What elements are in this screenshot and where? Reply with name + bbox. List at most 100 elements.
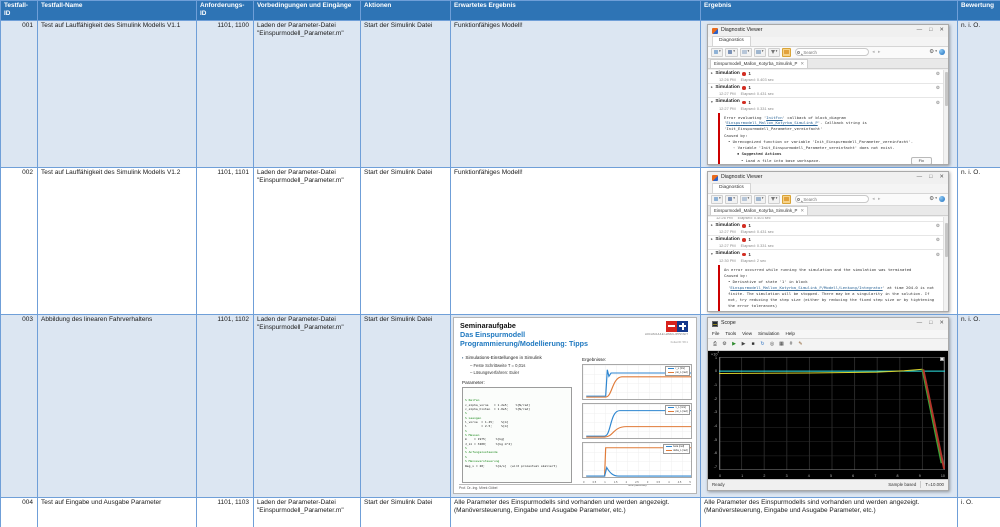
style-icon[interactable]: ✎ bbox=[798, 341, 804, 348]
layout-icon[interactable]: ▦ bbox=[779, 341, 785, 348]
scrollbar[interactable] bbox=[943, 70, 948, 164]
view-button[interactable]: ▾ bbox=[711, 195, 723, 204]
simulation-entry[interactable]: ▸Simulation1⚙ 12:27 PMElapsed: 0.431 sec bbox=[708, 84, 948, 98]
simulation-entry[interactable]: ▸Simulation1⚙ 12:26 PMElapsed: 0.403 sec bbox=[708, 70, 948, 84]
ergebnisse-label: Ergebnisse: bbox=[582, 357, 606, 363]
minimize-button[interactable]: — bbox=[917, 27, 923, 34]
gear-icon[interactable]: ⚙ bbox=[936, 100, 940, 106]
window-title: Diagnostic Viewer bbox=[721, 27, 762, 34]
prev-result-icon[interactable]: ◄ bbox=[871, 50, 875, 54]
cell-rating: n. i. O. bbox=[958, 167, 1000, 314]
model-link[interactable]: Einspurmodell_Mallon_Kotyrba_Simulink_P bbox=[726, 120, 817, 125]
gear-icon[interactable]: ⚙ bbox=[936, 252, 940, 258]
menu-tools[interactable]: Tools bbox=[725, 331, 736, 337]
search-icon bbox=[797, 51, 800, 54]
cell-result: Alle Parameter des Einspurmodells sind v… bbox=[701, 497, 958, 527]
minimize-button[interactable]: — bbox=[917, 320, 923, 327]
cell-precondition: Laden der Parameter-Datei "Einspurmodell… bbox=[254, 167, 361, 314]
close-tab-icon[interactable]: ✕ bbox=[800, 208, 804, 214]
help-icon[interactable] bbox=[939, 196, 945, 202]
filter-button[interactable]: ▾ bbox=[768, 195, 780, 204]
highlight-button[interactable] bbox=[782, 195, 792, 204]
save-button[interactable]: ▾ bbox=[725, 195, 737, 204]
run-icon[interactable]: ▶ bbox=[731, 341, 737, 348]
refresh-icon[interactable]: ↻ bbox=[760, 341, 766, 348]
cell-result: Diagnostic Viewer —□✕ Diagnostics ▾ ▾ ▾ … bbox=[701, 167, 958, 314]
cell-name: Abbildung des linearen Fahrverhaltens bbox=[38, 314, 197, 497]
settings-icon[interactable]: ⚙ bbox=[722, 341, 728, 348]
simulation-entry[interactable]: ▸Simulation1⚙ 12:27 PMElapsed: 0.331 sec bbox=[708, 236, 948, 250]
gear-icon[interactable]: ⚙ bbox=[936, 71, 940, 77]
tab-diagnostics[interactable]: Diagnostics bbox=[712, 36, 751, 45]
legend-button[interactable] bbox=[940, 357, 944, 361]
title-bar[interactable]: Diagnostic Viewer —□✕ bbox=[708, 172, 948, 184]
save-button[interactable]: ▾ bbox=[725, 48, 737, 57]
settings-icon[interactable]: ⚙▾ bbox=[929, 196, 937, 203]
cell-req: 1101, 1102 bbox=[197, 314, 254, 497]
maximize-button[interactable]: □ bbox=[929, 320, 932, 327]
print-icon[interactable]: ⎙ bbox=[712, 341, 718, 348]
fix-button[interactable]: Fix bbox=[911, 157, 932, 164]
cell-id: 004 bbox=[1, 497, 38, 527]
highlight-button[interactable] bbox=[782, 48, 792, 57]
maximize-button[interactable]: □ bbox=[929, 174, 932, 181]
simulation-entry[interactable]: ▸Simulation1⚙ 12:27 PMElapsed: 0.431 sec bbox=[708, 222, 948, 236]
menu-view[interactable]: View bbox=[742, 331, 752, 337]
help-icon[interactable] bbox=[939, 49, 945, 55]
close-button[interactable]: ✕ bbox=[939, 320, 944, 327]
step-icon[interactable]: ▶ bbox=[741, 341, 747, 348]
cell-name: Test auf Eingabe und Ausgabe Parameter bbox=[38, 497, 197, 527]
simulation-entry-expanded[interactable]: ▾Simulation1⚙ 12:27 PMElapsed: 0.331 sec… bbox=[708, 98, 948, 163]
gear-icon[interactable]: ⚙ bbox=[936, 85, 940, 91]
plot-legend: beta [rad]delta_L [rad] bbox=[663, 444, 690, 455]
table-row: 004 Test auf Eingabe und Ausgabe Paramet… bbox=[1, 497, 1000, 527]
title-bar[interactable]: Scope —□✕ bbox=[708, 318, 948, 330]
seminar-slide: Seminaraufgabe Das Einspurmodell Program… bbox=[453, 317, 697, 494]
maximize-button[interactable]: □ bbox=[929, 27, 932, 34]
close-button[interactable]: ✕ bbox=[939, 174, 944, 181]
cell-precondition: Laden der Parameter-Datei "Einspurmodell… bbox=[254, 314, 361, 497]
zoom-icon[interactable]: ◎ bbox=[769, 341, 775, 348]
block-link[interactable]: Einspurmodell_Mallon_Kotyrba_Simulink_P/… bbox=[730, 285, 882, 290]
gear-icon[interactable]: ⚙ bbox=[936, 237, 940, 243]
stop-icon[interactable]: ■ bbox=[750, 341, 756, 348]
gear-icon[interactable]: ⚙ bbox=[936, 223, 940, 229]
view-button[interactable]: ▾ bbox=[711, 48, 723, 57]
menu-help[interactable]: Help bbox=[785, 331, 794, 337]
error-count-icon bbox=[742, 253, 746, 257]
scrollbar[interactable] bbox=[943, 217, 948, 311]
next-result-icon[interactable]: ► bbox=[877, 50, 881, 54]
filter-button[interactable]: ▾ bbox=[768, 48, 780, 57]
search-input[interactable] bbox=[795, 48, 869, 56]
search-box bbox=[795, 195, 869, 203]
plot-legend: r_L [1/s]psi_L [rad] bbox=[665, 366, 690, 377]
minimize-button[interactable]: — bbox=[917, 174, 923, 181]
slide-footer: Prof. Dr.-Ing. Mirek Göbel bbox=[459, 484, 691, 490]
search-input[interactable] bbox=[795, 195, 869, 203]
close-tab-icon[interactable]: ✕ bbox=[800, 61, 804, 67]
initfcn-link[interactable]: InitFcn bbox=[766, 115, 782, 120]
slide-subtitle: Das Einspurmodell bbox=[460, 330, 525, 339]
scope-plot-area: ×104 10-1-2-3-4-5-6-7 bbox=[708, 351, 948, 479]
prev-result-icon[interactable]: ◄ bbox=[871, 197, 875, 201]
scope-window: Scope —□✕ File Tools View Simulation Hel… bbox=[707, 317, 949, 491]
next-result-icon[interactable]: ► bbox=[877, 197, 881, 201]
copy-button[interactable]: ▾ bbox=[740, 195, 752, 204]
title-bar[interactable]: Diagnostic Viewer — □ ✕ bbox=[708, 25, 948, 37]
tab-diagnostics[interactable]: Diagnostics bbox=[712, 183, 751, 192]
cell-result: Scope —□✕ File Tools View Simulation Hel… bbox=[701, 314, 958, 497]
settings-icon[interactable]: ⚙▾ bbox=[929, 49, 937, 56]
menu-bar: File Tools View Simulation Help bbox=[708, 330, 948, 339]
window-button[interactable]: ▾ bbox=[754, 48, 766, 57]
menu-simulation[interactable]: Simulation bbox=[758, 331, 779, 337]
copy-button[interactable]: ▾ bbox=[740, 48, 752, 57]
simulation-entry-expanded[interactable]: ▾Simulation1⚙ 12:30 PMElapsed: 2 sec An … bbox=[708, 250, 948, 310]
menu-file[interactable]: File bbox=[712, 331, 719, 337]
window-button[interactable]: ▾ bbox=[754, 195, 766, 204]
model-tab[interactable]: Einspurmodell_Mallon_Kotyrba_Simulink_P✕ bbox=[710, 206, 808, 215]
measurements-icon[interactable]: # bbox=[788, 341, 794, 348]
cell-precondition: Laden der Parameter-Datei "Einspurmodell… bbox=[254, 497, 361, 527]
close-button[interactable]: ✕ bbox=[939, 27, 944, 34]
model-tab[interactable]: Einspurmodell_Mallon_Kotyrba_Simulink_P✕ bbox=[710, 59, 808, 68]
header-anforderungs-id: Anforderungs-ID bbox=[197, 1, 254, 21]
